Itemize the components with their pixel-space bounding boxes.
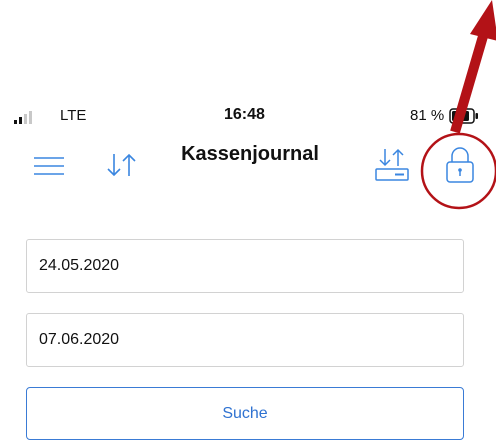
menu-icon[interactable] bbox=[34, 155, 64, 177]
page-title: Kassenjournal bbox=[181, 143, 319, 165]
date-from-field[interactable] bbox=[26, 239, 464, 293]
navigation-bar: Kassenjournal bbox=[0, 135, 496, 195]
date-to-field[interactable] bbox=[26, 313, 464, 367]
battery-percentage: 81 % bbox=[410, 107, 445, 124]
battery-icon bbox=[449, 108, 478, 124]
status-bar: LTE 16:48 81 % bbox=[0, 100, 496, 130]
clock-label: 16:48 bbox=[224, 106, 265, 123]
annotation-overlay bbox=[420, 0, 496, 210]
network-type-label: LTE bbox=[60, 107, 87, 124]
sort-icon[interactable] bbox=[102, 150, 142, 180]
export-icon[interactable] bbox=[373, 147, 411, 183]
signal-strength-icon bbox=[14, 111, 32, 124]
lock-icon[interactable] bbox=[443, 145, 477, 185]
search-button[interactable]: Suche bbox=[26, 387, 464, 440]
